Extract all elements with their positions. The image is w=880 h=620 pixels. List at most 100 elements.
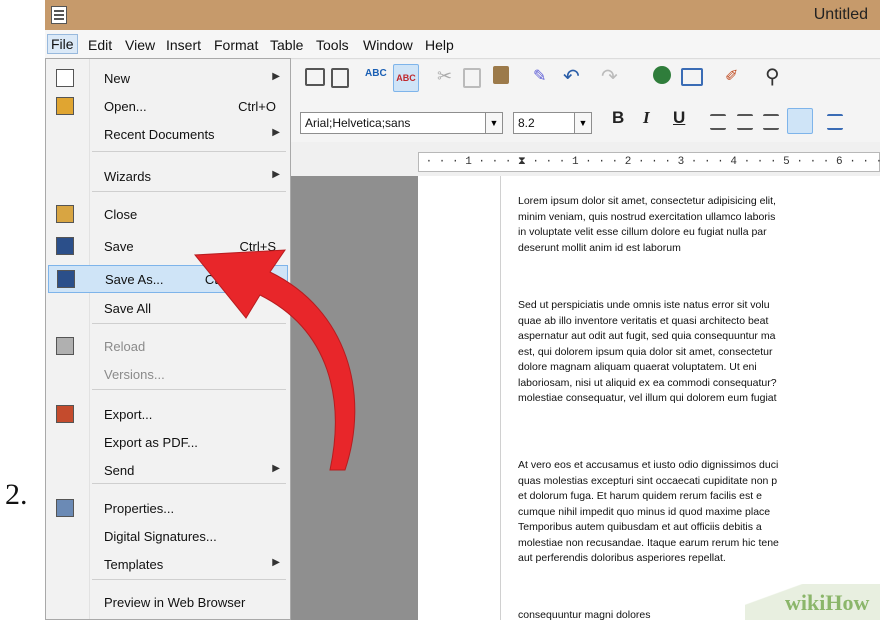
menu-item-label: Open... <box>104 99 147 114</box>
bold-button[interactable]: B <box>612 108 624 128</box>
menu-separator <box>92 389 286 390</box>
menu-edit[interactable]: Edit <box>85 36 115 54</box>
paragraph-3[interactable]: At vero eos et accusamus et iusto odio d… <box>518 458 880 567</box>
new-document-icon <box>56 69 74 87</box>
menu-item-label: Save <box>104 239 134 254</box>
print-preview-icon[interactable] <box>331 68 349 88</box>
menu-file[interactable]: File <box>47 34 78 54</box>
page-margin-line <box>500 176 501 620</box>
file-menu-item-versions: Versions... <box>48 361 288 389</box>
file-menu-item-digital-signatures[interactable]: Digital Signatures... <box>48 523 288 551</box>
file-menu-item-properties[interactable]: Properties... <box>48 495 288 523</box>
submenu-arrow-icon: ▶ <box>272 463 280 474</box>
menu-table[interactable]: Table <box>267 36 306 54</box>
menu-insert[interactable]: Insert <box>163 36 204 54</box>
writer-window: Untitled File Edit View Insert Format Ta… <box>45 0 880 620</box>
paragraph-1[interactable]: Lorem ipsum dolor sit amet, consectetur … <box>518 194 880 256</box>
undo-icon[interactable]: ↶ <box>563 64 583 88</box>
align-left-icon[interactable] <box>710 114 726 130</box>
open-folder-icon <box>56 97 74 115</box>
menu-separator <box>92 579 286 580</box>
file-menu-item-reload: Reload <box>48 333 288 361</box>
file-menu-item-recent-documents[interactable]: Recent Documents ▶ <box>48 121 288 149</box>
submenu-arrow-icon: ▶ <box>272 169 280 180</box>
menu-item-label: Export as PDF... <box>104 435 198 450</box>
draw-functions-icon[interactable]: ✐ <box>725 66 745 86</box>
reload-icon <box>56 337 74 355</box>
watermark-text: wikiHow <box>785 590 870 615</box>
menu-bar: File Edit View Insert Format Table Tools… <box>45 30 880 59</box>
menu-item-label: Digital Signatures... <box>104 529 217 544</box>
file-menu: New ▶ Open... Ctrl+O Recent Documents ▶ Wizard… <box>45 58 291 620</box>
save-as-icon <box>57 270 75 288</box>
menu-item-label: Versions... <box>104 367 165 382</box>
file-menu-item-save-all[interactable]: Save All <box>48 295 288 323</box>
file-menu-item-send[interactable]: Send ▶ <box>48 457 288 485</box>
clone-formatting-icon[interactable]: ✎ <box>533 66 553 86</box>
justify-icon[interactable] <box>787 108 813 134</box>
table-icon[interactable] <box>681 68 703 86</box>
menu-item-label: Reload <box>104 339 146 354</box>
paragraph-2[interactable]: Sed ut perspiciatis unde omnis iste natu… <box>518 298 880 407</box>
export-icon <box>56 405 74 423</box>
file-menu-item-open[interactable]: Open... Ctrl+O <box>48 93 288 121</box>
file-menu-item-templates[interactable]: Templates ▶ <box>48 551 288 579</box>
redo-icon[interactable]: ↷ <box>601 64 621 88</box>
submenu-arrow-icon: ▶ <box>272 71 280 82</box>
font-name-combo[interactable]: Arial;Helvetica;sans <box>300 112 486 134</box>
align-center-icon[interactable] <box>737 114 753 130</box>
menu-window[interactable]: Window <box>360 36 416 54</box>
align-right-icon[interactable] <box>763 114 779 130</box>
print-icon[interactable] <box>305 68 325 86</box>
numbering-icon[interactable] <box>827 114 843 130</box>
file-menu-item-export-as-pdf[interactable]: Export as PDF... <box>48 429 288 457</box>
menu-item-label: Save As... <box>105 272 164 287</box>
menu-separator <box>92 191 286 192</box>
cut-icon[interactable]: ✂ <box>437 66 457 86</box>
file-menu-item-wizards[interactable]: Wizards ▶ <box>48 163 288 191</box>
file-menu-item-new[interactable]: New ▶ <box>48 65 288 93</box>
step-number: 2. <box>5 478 28 511</box>
menu-item-label: Recent Documents <box>104 127 215 142</box>
close-document-icon <box>56 205 74 223</box>
submenu-arrow-icon: ▶ <box>272 127 280 138</box>
menu-separator <box>92 151 286 152</box>
menu-item-label: Properties... <box>104 501 175 516</box>
menu-item-label: Export... <box>104 407 153 422</box>
window-title: Untitled <box>813 6 868 23</box>
underline-button[interactable]: U <box>673 108 685 128</box>
title-bar: Untitled <box>45 0 880 30</box>
font-size-combo[interactable]: 8.2 <box>513 112 575 134</box>
menu-item-label: Preview in Web Browser <box>104 595 246 610</box>
menu-item-shortcut: Ctrl+Shift+S <box>204 272 275 287</box>
menu-item-label: Send <box>104 463 135 478</box>
properties-icon <box>56 499 74 517</box>
spellcheck-icon[interactable]: ABC <box>365 68 387 88</box>
menu-item-label: Templates <box>104 557 164 572</box>
menu-tools[interactable]: Tools <box>313 36 352 54</box>
save-icon <box>56 237 74 255</box>
hyperlink-icon[interactable] <box>653 66 671 84</box>
horizontal-ruler[interactable]: · · · 1 · · · ⧗ · · · 1 · · · 2 · · · 3 … <box>418 152 880 172</box>
file-menu-item-preview-in-web-browser[interactable]: Preview in Web Browser <box>48 589 288 617</box>
app-document-icon <box>51 6 67 24</box>
menu-item-label: New <box>104 71 131 86</box>
menu-help[interactable]: Help <box>422 36 457 54</box>
menu-item-shortcut: Ctrl+S <box>239 239 276 254</box>
italic-button[interactable]: I <box>643 108 650 128</box>
menu-view[interactable]: View <box>122 36 158 54</box>
autospellcheck-icon[interactable]: ABC <box>393 64 419 92</box>
paste-icon[interactable] <box>493 66 509 84</box>
file-menu-item-export[interactable]: Export... <box>48 401 288 429</box>
menu-item-shortcut: Ctrl+O <box>238 99 276 114</box>
menu-item-label: Save All <box>104 301 151 316</box>
file-menu-item-save[interactable]: Save Ctrl+S <box>48 233 288 261</box>
file-menu-item-save-as[interactable]: Save As... Ctrl+Shift+S <box>48 265 288 293</box>
font-size-dropdown-icon[interactable]: ▼ <box>574 112 592 134</box>
menu-format[interactable]: Format <box>211 36 261 54</box>
font-name-dropdown-icon[interactable]: ▼ <box>485 112 503 134</box>
copy-icon[interactable] <box>463 68 481 88</box>
find-replace-icon[interactable]: ⚲ <box>765 64 785 88</box>
file-menu-item-close[interactable]: Close <box>48 201 288 229</box>
menu-separator <box>92 323 286 324</box>
